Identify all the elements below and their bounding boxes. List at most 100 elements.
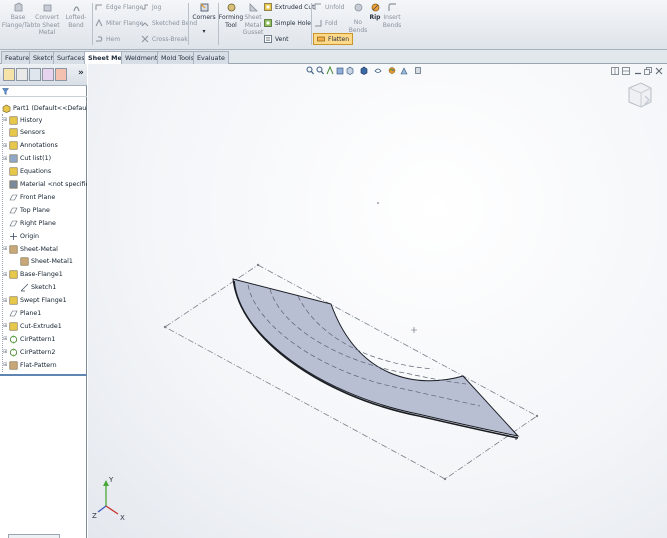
tree-item-equations[interactable]: Equations — [3, 166, 51, 178]
extruded-cut-button[interactable]: Extruded Cut — [264, 2, 315, 12]
configuration-manager-tab-icon[interactable] — [29, 68, 41, 81]
tree-item-material-not-specified[interactable]: Material <not specified> — [3, 179, 87, 191]
tree-item-cut-list-1[interactable]: ⊞ Cut list(1) — [3, 153, 51, 165]
expand-tabs-icon[interactable]: » — [78, 68, 84, 78]
sheet-metal-gusset-button[interactable]: Sheet Metal Gusset — [243, 2, 263, 37]
tree-item-cirpattern1[interactable]: ⊞ CirPattern1 — [3, 333, 55, 345]
tree-item-label: Sheet-Metal — [20, 245, 58, 253]
display-manager-tab-icon[interactable] — [55, 68, 67, 81]
flatten-button[interactable]: Flatten — [313, 33, 353, 45]
tree-root-part[interactable]: Part1 (Default<<Default>_Disp — [2, 102, 87, 114]
tree-item-label: Swept Flange1 — [20, 297, 67, 305]
forming-tool-label: Forming Tool — [218, 14, 244, 29]
fold-button[interactable]: Fold — [314, 18, 337, 28]
gusset-icon — [249, 3, 258, 12]
tree-item-right-plane[interactable]: Right Plane — [3, 217, 56, 229]
tree-item-sheet-metal1[interactable]: Sheet-Metal1 — [14, 256, 73, 268]
tree-item-label: Right Plane — [20, 219, 56, 227]
vent-icon — [264, 35, 272, 43]
simple-hole-icon — [264, 19, 272, 27]
center-mark — [411, 327, 417, 333]
tree-item-label: Material <not specified> — [20, 181, 87, 188]
insert-bends-label: Insert Bends — [382, 14, 402, 29]
reference-triad: Y Z X — [92, 476, 125, 522]
flatten-icon — [317, 36, 325, 42]
unfold-label: Unfold — [325, 3, 345, 11]
vent-button[interactable]: Vent — [264, 34, 289, 44]
graphics-area[interactable]: Y Z X — [88, 64, 667, 538]
insert-bends-icon — [387, 3, 396, 11]
sketched-bend-icon — [141, 22, 149, 27]
dimxpert-tab-icon[interactable] — [42, 68, 54, 81]
filter-bar[interactable] — [0, 87, 87, 97]
tree-item-plane1[interactable]: Plane1 — [3, 308, 41, 320]
tree-item-history[interactable]: ⊞ History — [3, 114, 42, 126]
base-flange-tab-button[interactable]: Base Flange/Tab — [2, 2, 34, 29]
bbox-vertex[interactable] — [256, 263, 260, 267]
no-bends-icon — [354, 3, 362, 12]
forming-tool-button[interactable]: Forming Tool — [219, 2, 243, 29]
tree-item-swept-flange1[interactable]: ⊞ Swept Flange1 — [3, 295, 67, 307]
unfold-button[interactable]: Unfold — [314, 2, 344, 12]
feature-manager-tab-icon[interactable] — [3, 68, 15, 81]
simple-hole-label: Simple Hole — [275, 19, 311, 27]
tree-item-sheet-metal[interactable]: ⊞ Sheet-Metal — [3, 243, 58, 255]
svg-text:Y: Y — [108, 476, 114, 484]
filter-icon[interactable] — [2, 88, 9, 95]
corners-button[interactable]: Corners ▾ — [190, 2, 218, 35]
tab-evaluate[interactable]: Evaluate — [193, 51, 229, 64]
tree-item-label: History — [20, 116, 43, 124]
feature-tree: Part1 (Default<<Default>_Disp ⊞History Sen… — [0, 102, 87, 376]
tree-item-label: Base-Flange1 — [20, 271, 63, 279]
corners-icon — [200, 3, 208, 12]
miter-flange-icon — [95, 19, 103, 27]
fold-icon — [315, 20, 322, 27]
edge-flange-label: Edge Flange — [106, 3, 144, 11]
insert-bends-button[interactable]: Insert Bends — [382, 2, 402, 29]
property-manager-tab-icon[interactable] — [16, 68, 28, 81]
tree-item-cut-extrude1[interactable]: ⊞ Cut-Extrude1 — [3, 320, 62, 332]
tree-item-origin[interactable]: Origin — [3, 230, 39, 242]
tree-item-label: Annotations — [20, 142, 58, 150]
tree-item-sketch1[interactable]: Sketch1 — [14, 282, 56, 294]
rip-button[interactable]: Rip — [368, 2, 382, 22]
tree-item-annotations[interactable]: ⊞ Annotations — [3, 140, 58, 152]
history-folder-icon — [9, 116, 18, 124]
jog-button[interactable]: Jog — [141, 2, 161, 12]
sheet-metal-icon — [9, 245, 18, 253]
corners-dropdown-icon[interactable]: ▾ — [202, 28, 205, 36]
extruded-cut-label: Extruded Cut — [275, 3, 315, 11]
tree-item-label: Sketch1 — [31, 284, 57, 292]
origin-icon — [10, 232, 17, 240]
base-flange-label: Base Flange/Tab — [1, 14, 35, 29]
flat-pattern-model[interactable] — [88, 64, 667, 538]
tree-item-flat-pattern[interactable]: ⊞ Flat-Pattern — [3, 359, 57, 371]
bbox-vertex[interactable] — [535, 414, 539, 418]
simple-hole-button[interactable]: Simple Hole — [264, 18, 311, 28]
lofted-bend-label: Lofted-Bend — [65, 14, 87, 29]
bbox-vertex[interactable] — [443, 477, 447, 481]
hem-button[interactable]: Hem — [95, 34, 120, 44]
tree-item-top-plane[interactable]: Top Plane — [3, 204, 50, 216]
flat-pattern-face[interactable] — [232, 278, 520, 437]
tree-item-label: Cut-Extrude1 — [20, 322, 62, 330]
tree-item-front-plane[interactable]: Front Plane — [3, 191, 55, 203]
lofted-bend-button[interactable]: Lofted-Bend — [60, 2, 92, 29]
rip-label: Rip — [369, 14, 381, 21]
panel-bottom-tab[interactable] — [8, 534, 60, 538]
tree-item-sensors[interactable]: Sensors — [3, 127, 45, 139]
tree-item-label: Cut list(1) — [20, 155, 52, 163]
tree-item-cirpattern2[interactable]: ⊞ CirPattern2 — [3, 346, 55, 358]
circular-pattern-icon — [9, 335, 18, 344]
edge-flange-button[interactable]: Edge Flange — [95, 2, 143, 12]
hem-label: Hem — [106, 35, 121, 43]
bbox-vertex[interactable] — [163, 325, 167, 329]
tab-mold-tools[interactable]: Mold Tools — [157, 51, 199, 64]
tree-item-base-flange1[interactable]: ⊞ Base-Flange1 — [3, 269, 63, 281]
extruded-cut-icon — [264, 3, 272, 11]
cross-break-button[interactable]: Cross-Break — [141, 34, 188, 44]
no-bends-button[interactable]: No Bends — [347, 2, 369, 34]
rip-icon — [371, 3, 379, 12]
miter-flange-button[interactable]: Miter Flange — [95, 18, 143, 28]
convert-to-sheet-metal-button[interactable]: Convert to Sheet Metal — [34, 2, 60, 37]
